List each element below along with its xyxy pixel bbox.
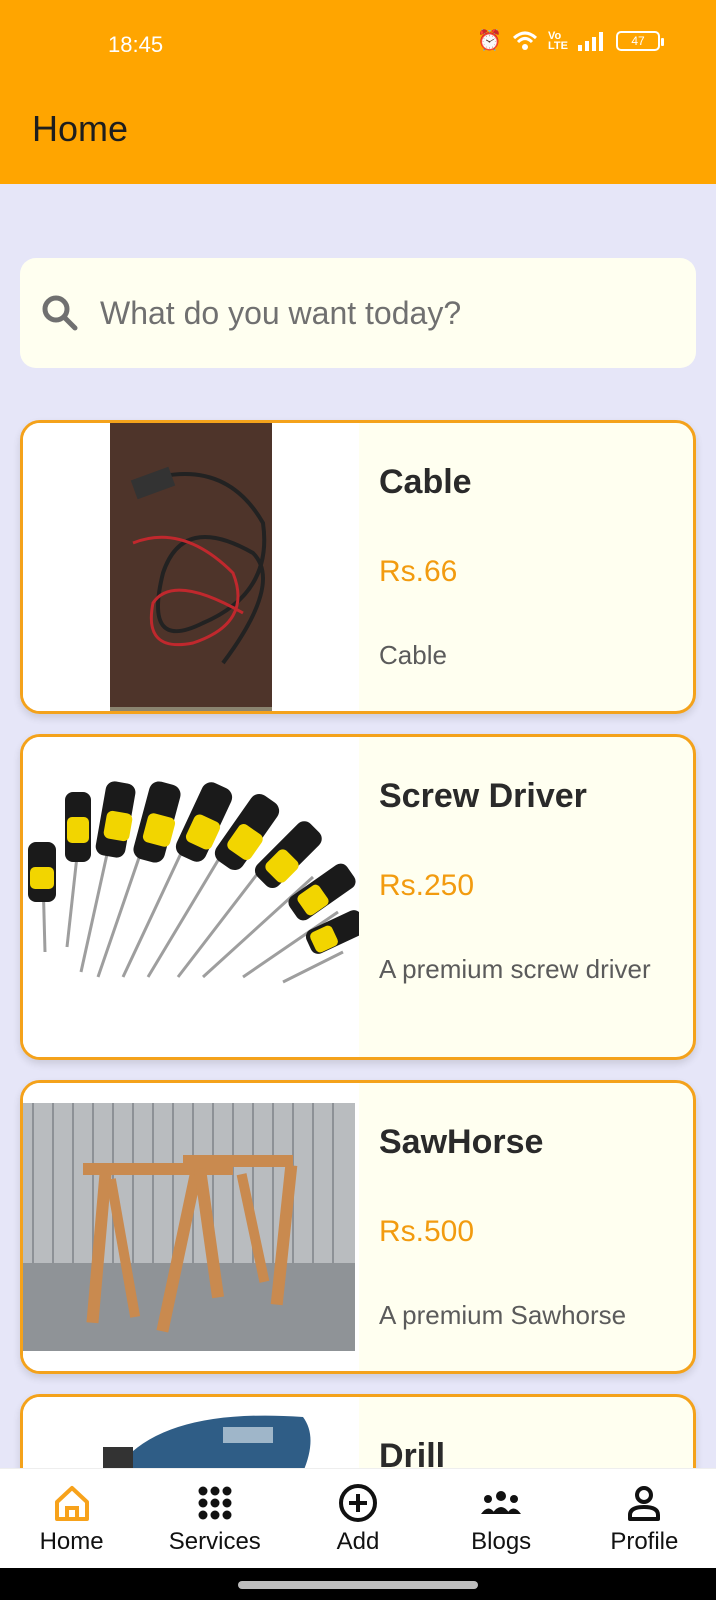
nav-home[interactable]: Home — [7, 1482, 137, 1556]
product-price: Rs.66 — [379, 555, 458, 588]
product-image-sawhorse — [23, 1083, 359, 1371]
search-icon — [42, 295, 78, 331]
product-name: Cable — [379, 463, 472, 501]
nav-home-label: Home — [39, 1527, 104, 1555]
nav-services[interactable]: Services — [150, 1482, 280, 1556]
search-bar[interactable] — [20, 258, 696, 368]
product-image-cable — [23, 423, 359, 711]
home-indicator[interactable] — [238, 1581, 478, 1589]
grid-dots-icon — [198, 1486, 232, 1519]
product-name: SawHorse — [379, 1123, 544, 1161]
volte-icon: Vo LTE — [548, 30, 568, 52]
nav-services-label: Services — [168, 1527, 261, 1555]
product-image-screw-driver — [23, 737, 359, 1057]
product-price: Rs.250 — [379, 869, 475, 902]
nav-blogs-label: Blogs — [471, 1527, 532, 1555]
home-icon — [54, 1485, 89, 1521]
product-description: A premium screw driver — [379, 954, 651, 984]
app-bar: 18:45 ⏰ Vo LTE 47 Home — [0, 0, 716, 184]
product-card-cable[interactable]: Cable Rs.66 Cable — [20, 420, 696, 714]
person-icon — [628, 1485, 661, 1521]
product-name: Screw Driver — [379, 777, 587, 815]
product-description: A premium Sawhorse — [379, 1300, 627, 1330]
product-card-screw-driver[interactable]: Screw Driver Rs.250 A premium screw driv… — [20, 734, 696, 1060]
battery-icon: 47 — [616, 31, 664, 51]
group-icon — [481, 1490, 522, 1514]
nav-blogs[interactable]: Blogs — [436, 1482, 566, 1556]
alarm-icon: ⏰ — [477, 30, 503, 52]
page-title: Home — [32, 108, 129, 149]
product-card-sawhorse[interactable]: SawHorse Rs.500 A premium Sawhorse — [20, 1080, 696, 1374]
bottom-navigation: Home Services Add Blogs Profile — [0, 1468, 716, 1568]
nav-profile[interactable]: Profile — [579, 1482, 709, 1556]
nav-add[interactable]: Add — [293, 1482, 423, 1556]
nav-profile-label: Profile — [610, 1527, 679, 1555]
wifi-icon — [513, 31, 538, 50]
status-time: 18:45 — [108, 32, 164, 57]
product-description: Cable — [379, 640, 447, 670]
add-circle-icon — [338, 1483, 377, 1522]
product-price: Rs.500 — [379, 1215, 475, 1248]
gesture-area — [0, 1568, 716, 1600]
nav-add-label: Add — [336, 1527, 380, 1555]
signal-icon — [578, 32, 603, 51]
search-input[interactable] — [100, 294, 640, 332]
status-icons: ⏰ Vo LTE 47 — [477, 30, 664, 52]
